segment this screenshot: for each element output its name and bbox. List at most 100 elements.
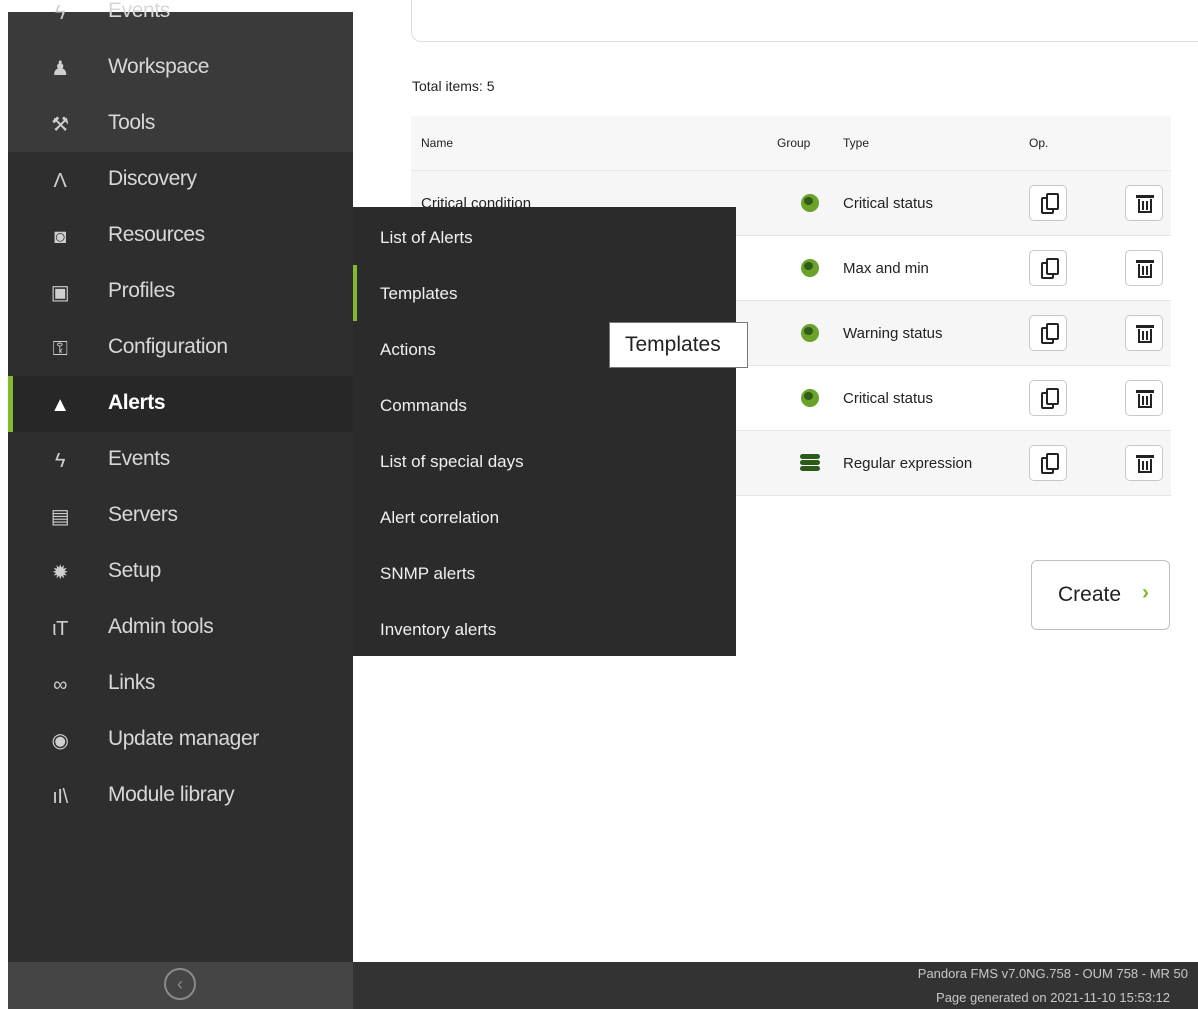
sidebar-item-profiles[interactable]: ▣ Profiles [8, 264, 353, 320]
sidebar-item-label: Workspace [108, 55, 210, 78]
column-header-group[interactable]: Group [777, 116, 843, 171]
sidebar-item-label: Resources [108, 223, 205, 246]
discovery-icon: Λ [53, 170, 67, 192]
submenu-item-alert-correlation[interactable]: Alert correlation [353, 489, 736, 545]
template-type: Warning status [843, 300, 1029, 366]
sidebar-item-label: Admin tools [108, 615, 214, 638]
sidebar-item-discovery[interactable]: Λ Discovery [8, 152, 353, 208]
delete-button[interactable] [1125, 185, 1163, 221]
copy-button[interactable] [1029, 250, 1067, 286]
active-indicator [8, 376, 13, 432]
submenu-item-label: List of Alerts [380, 228, 473, 247]
submenu-item-list-of-alerts[interactable]: List of Alerts [353, 209, 736, 265]
footer: Pandora FMS v7.0NG.758 - OUM 758 - MR 50… [353, 962, 1198, 1009]
table-header-row: Name Group Type Op. [411, 116, 1171, 171]
database-icon [800, 454, 820, 472]
sidebar-item-update-manager[interactable]: ◉ Update manager [8, 712, 353, 768]
resources-icon: ◙ [54, 226, 66, 248]
sidebar-item-label: Update manager [108, 727, 259, 750]
sidebar-item-label: Events [108, 0, 170, 22]
submenu-item-label: Templates [380, 284, 458, 303]
footer-generated: Page generated on 2021-11-10 15:53:12 [936, 990, 1170, 1005]
copy-button[interactable] [1029, 185, 1067, 221]
admin-tools-icon: ιT [52, 618, 68, 640]
create-button-label: Create [1058, 583, 1122, 606]
delete-button[interactable] [1125, 250, 1163, 286]
delete-button[interactable] [1125, 445, 1163, 481]
globe-icon [801, 324, 819, 343]
sidebar-item-setup[interactable]: ✹ Setup [8, 544, 353, 600]
tooltip-text: Templates [625, 333, 721, 356]
submenu-item-special-days[interactable]: List of special days [353, 433, 736, 489]
copy-button[interactable] [1029, 380, 1067, 416]
sidebar-item-tools[interactable]: ⚒ Tools [8, 96, 353, 152]
submenu-item-inventory-alerts[interactable]: Inventory alerts [353, 601, 736, 657]
sidebar-item-label: Profiles [108, 279, 175, 302]
submenu-item-label: List of special days [380, 452, 524, 471]
sidebar-item-label: Configuration [108, 335, 228, 358]
collapse-sidebar-icon[interactable]: ‹ [164, 968, 196, 1000]
sidebar-item-label: Events [108, 447, 170, 470]
submenu-item-label: SNMP alerts [380, 564, 476, 583]
sidebar-item-resources[interactable]: ◙ Resources [8, 208, 353, 264]
copy-button[interactable] [1029, 445, 1067, 481]
sidebar-item-label: Alerts [108, 391, 166, 414]
template-type: Critical status [843, 170, 1029, 236]
sidebar-item-label: Module library [108, 783, 235, 806]
tools-icon: ⚒ [51, 114, 69, 136]
sidebar-item-links[interactable]: ∞ Links [8, 656, 353, 712]
update-icon: ◉ [51, 730, 69, 752]
sidebar-item-label: Links [108, 671, 156, 694]
submenu-item-commands[interactable]: Commands [353, 377, 736, 433]
globe-icon [801, 389, 819, 408]
profiles-icon: ▣ [50, 282, 70, 304]
template-type: Max and min [843, 235, 1029, 301]
template-type: Regular expression [843, 430, 1029, 496]
active-indicator [353, 265, 357, 321]
column-header-op: Op. [1029, 116, 1125, 171]
sidebar-item-events[interactable]: ϟ Events [8, 432, 353, 488]
copy-button[interactable] [1029, 315, 1067, 351]
sidebar-item-alerts[interactable]: ▲ Alerts [8, 376, 353, 432]
sidebar-item-workspace[interactable]: ♟ Workspace [8, 40, 353, 96]
submenu-item-label: Inventory alerts [380, 620, 497, 639]
submenu-item-templates[interactable]: Templates [353, 265, 736, 321]
sidebar-item-label: Tools [108, 111, 156, 134]
alerts-submenu: List of Alerts Templates Actions Command… [353, 207, 736, 656]
globe-icon [801, 194, 819, 213]
template-type: Critical status [843, 365, 1029, 431]
submenu-item-snmp-alerts[interactable]: SNMP alerts [353, 545, 736, 601]
tooltip: Templates [609, 322, 748, 368]
delete-button[interactable] [1125, 380, 1163, 416]
sidebar-item-servers[interactable]: ▤ Servers [8, 488, 353, 544]
gear-icon: ✹ [51, 562, 69, 584]
library-icon: ıI\ [52, 786, 68, 808]
sidebar-item-configuration[interactable]: ⚿ Configuration [8, 320, 353, 376]
submenu-item-label: Alert correlation [380, 508, 500, 527]
submenu-item-label: Commands [380, 396, 467, 415]
total-items: Total items: 5 [412, 78, 495, 94]
events-icon: ϟ [54, 450, 66, 472]
user-icon: ♟ [51, 58, 69, 80]
sidebar-collapse-bar: ‹ [8, 962, 353, 1009]
sidebar-item-label: Servers [108, 503, 178, 526]
sidebar: ϟ Events ♟ Workspace ⚒ Tools Λ Discovery… [8, 0, 353, 1009]
delete-button[interactable] [1125, 315, 1163, 351]
sidebar-item-admin-tools[interactable]: ιT Admin tools [8, 600, 353, 656]
column-header-name[interactable]: Name [411, 116, 777, 171]
sidebar-item-label: Discovery [108, 167, 197, 190]
wrench-icon: ⚿ [52, 338, 68, 360]
sidebar-item-module-library[interactable]: ıI\ Module library [8, 768, 353, 824]
globe-icon [801, 259, 819, 278]
sidebar-item-label: Setup [108, 559, 161, 582]
bell-icon: ▲ [50, 394, 70, 416]
filter-box [411, 0, 1198, 42]
sidebar-item-events-top[interactable]: ϟ Events [8, 0, 353, 40]
column-header-type[interactable]: Type [843, 116, 1029, 171]
footer-version: Pandora FMS v7.0NG.758 - OUM 758 - MR 50 [917, 966, 1188, 981]
lightning-icon: ϟ [54, 2, 66, 24]
chevron-right-icon: › [1142, 581, 1149, 604]
submenu-item-label: Actions [380, 340, 436, 359]
create-button[interactable]: Create › [1031, 560, 1170, 630]
server-icon: ▤ [50, 506, 70, 528]
